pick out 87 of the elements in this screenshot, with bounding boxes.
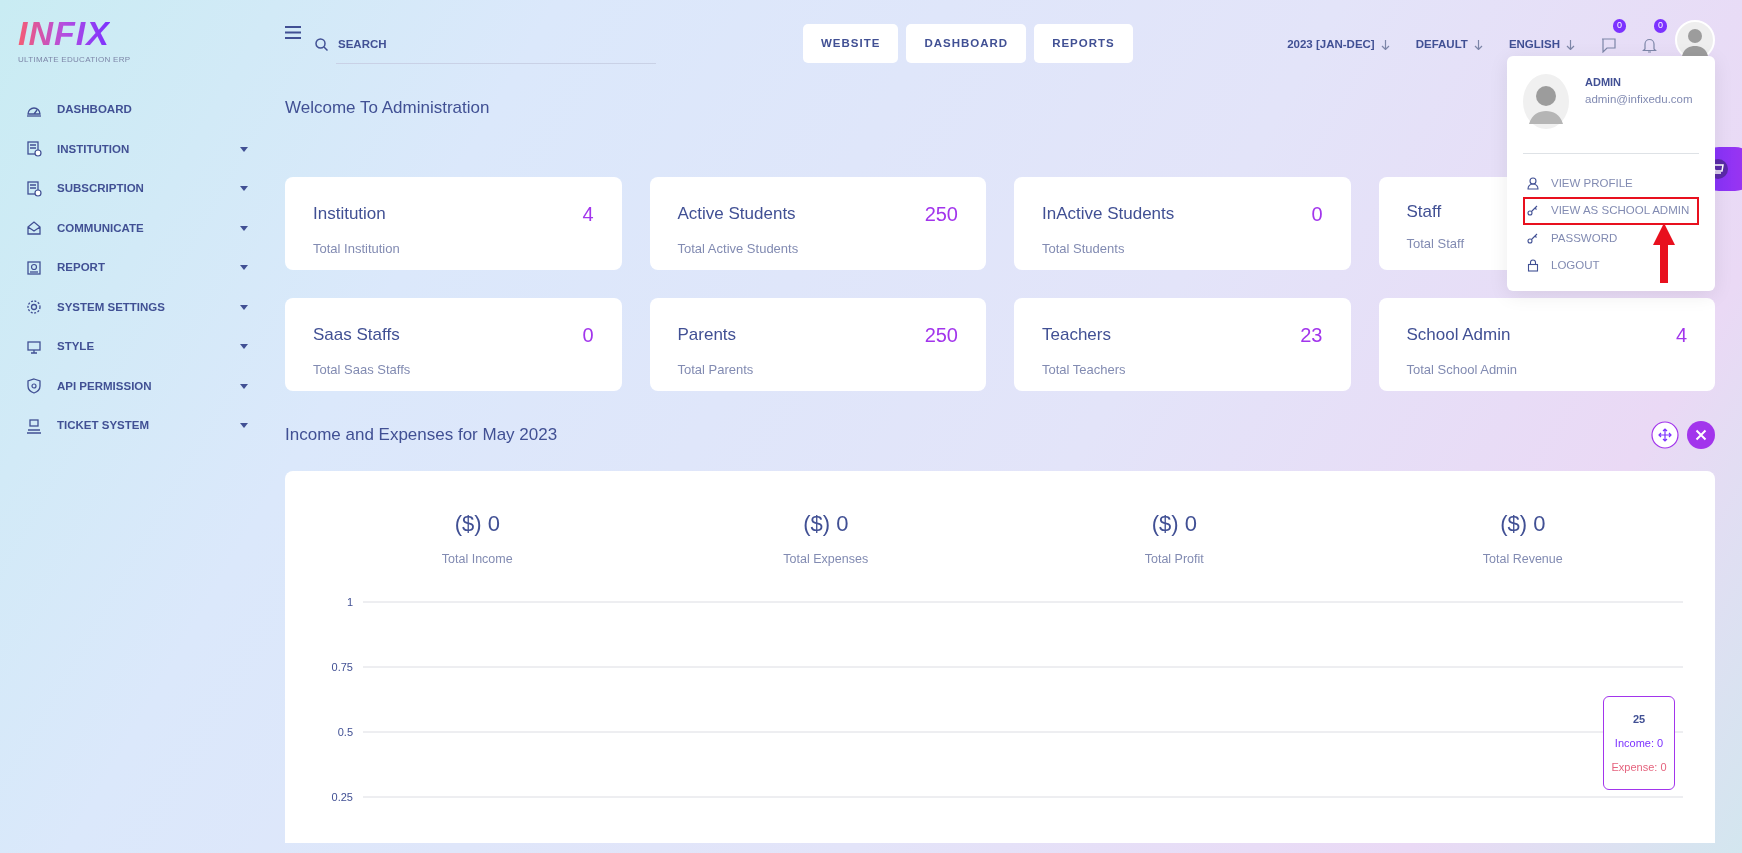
count-badge: 0: [1654, 19, 1667, 33]
down-arrow-icon: [1566, 40, 1575, 50]
lock-icon: [1527, 258, 1539, 272]
dropdown-selector[interactable]: DEFAULT: [1415, 36, 1483, 54]
card-title: Saas Staffs: [313, 323, 400, 346]
move-icon[interactable]: [1651, 420, 1679, 449]
tooltip-line: Income: 0: [1613, 735, 1665, 751]
avatar: [1523, 74, 1569, 129]
desk-icon: [26, 417, 42, 434]
arrow-drawing: [1653, 223, 1675, 283]
sidebar-item[interactable]: DASHBOARD: [18, 90, 248, 130]
monitor-icon: [26, 338, 42, 355]
sidebar-item[interactable]: SUBSCRIPTION: [18, 169, 248, 209]
card-value: 0: [1311, 201, 1323, 227]
key-icon: [1527, 204, 1539, 218]
card-title: School Admin: [1406, 323, 1511, 346]
card-title: Parents: [677, 323, 737, 346]
profile-name: ADMIN: [1585, 75, 1623, 90]
shield-icon: [26, 378, 42, 395]
card-title: Institution: [313, 202, 386, 225]
card-title: Teachers: [1042, 323, 1111, 346]
card-subtitle: Total Parents: [677, 360, 754, 379]
tooltip-line: Expense: 0: [1610, 759, 1668, 775]
axis-tick-label: 0.75: [331, 661, 353, 674]
card-subtitle: Total Teachers: [1042, 360, 1126, 379]
card-subtitle: Total School Admin: [1406, 360, 1518, 379]
card-subtitle: Total Staff: [1406, 235, 1465, 253]
dropdown-selector[interactable]: 2023 [JAN-DEC]: [1287, 36, 1390, 54]
card-value: 4: [582, 201, 594, 227]
total-amount: ($) 0: [1499, 509, 1547, 538]
card-value: 23: [1300, 322, 1323, 348]
sidebar-item[interactable]: API PERMISSION: [18, 366, 248, 406]
tooltip-title: 25: [1631, 711, 1647, 727]
card-title: InActive Students: [1042, 202, 1175, 225]
profile-email: admin@infixedu.com: [1585, 91, 1693, 107]
card-subtitle: Total Saas Staffs: [313, 360, 411, 379]
sidebar-item[interactable]: INSTITUTION: [18, 129, 248, 169]
search-icon: [315, 37, 328, 51]
sidebar-item[interactable]: SYSTEM SETTINGS: [18, 287, 248, 327]
page-title: Welcome To Administration: [285, 97, 490, 119]
document-icon: [26, 141, 42, 158]
dropdown-selector[interactable]: ENGLISH: [1508, 36, 1575, 54]
bell-icon[interactable]: [1642, 38, 1657, 54]
total-label: Total Income: [440, 550, 514, 568]
total-label: Total Profit: [1143, 550, 1205, 568]
card-value: 0: [582, 322, 594, 348]
menu-icon[interactable]: [285, 26, 301, 39]
nav-button[interactable]: DASHBOARD: [906, 24, 1027, 64]
total-label: Total Revenue: [1481, 550, 1564, 568]
menu-item[interactable]: VIEW PROFILE: [1523, 170, 1699, 198]
down-arrow-icon: [1380, 40, 1390, 50]
card-subtitle: Total Active Students: [677, 239, 799, 258]
total-amount: ($) 0: [453, 509, 501, 538]
nav-button[interactable]: REPORTS: [1034, 24, 1133, 64]
down-arrow-icon: [1473, 40, 1483, 50]
card-subtitle: Total Students: [1042, 239, 1125, 258]
sidebar-item[interactable]: REPORT: [18, 248, 248, 288]
user-icon: [1527, 177, 1539, 191]
key-icon: [1527, 231, 1539, 245]
card-title: Active Students: [677, 202, 796, 225]
axis-tick-label: 0.5: [337, 726, 353, 739]
document-icon: [26, 180, 42, 197]
card-title: Staff: [1406, 200, 1442, 223]
menu-item[interactable]: LOGOUT: [1523, 251, 1699, 279]
total-amount: ($) 0: [1150, 509, 1198, 538]
search-field[interactable]: SEARCH: [336, 24, 656, 64]
count-badge: 0: [1613, 19, 1626, 33]
sidebar-item[interactable]: COMMUNICATE: [18, 208, 248, 248]
section-title: Income and Expenses for May 2023: [285, 423, 558, 446]
nav-button[interactable]: WEBSITE: [803, 24, 899, 64]
card-value: 250: [924, 201, 958, 227]
sidebar-item[interactable]: TICKET SYSTEM: [18, 406, 248, 446]
logo-tagline: ULTIMATE EDUCATION ERP: [18, 54, 132, 66]
axis-tick-label: 0.25: [331, 791, 353, 804]
close-icon[interactable]: [1687, 420, 1715, 449]
card-value: 250: [924, 322, 958, 348]
total-amount: ($) 0: [802, 509, 850, 538]
total-label: Total Expenses: [782, 550, 870, 568]
axis-tick-label: 1: [346, 596, 353, 609]
sidebar-item[interactable]: STYLE: [18, 327, 248, 367]
envelope-icon: [26, 220, 42, 237]
card-value: 4: [1675, 322, 1687, 348]
menu-item[interactable]: VIEW AS SCHOOL ADMIN: [1523, 197, 1699, 225]
gear-icon: [26, 299, 42, 316]
menu-item[interactable]: PASSWORD: [1523, 224, 1699, 252]
card-subtitle: Total Institution: [313, 239, 400, 258]
report-icon: [26, 259, 42, 276]
